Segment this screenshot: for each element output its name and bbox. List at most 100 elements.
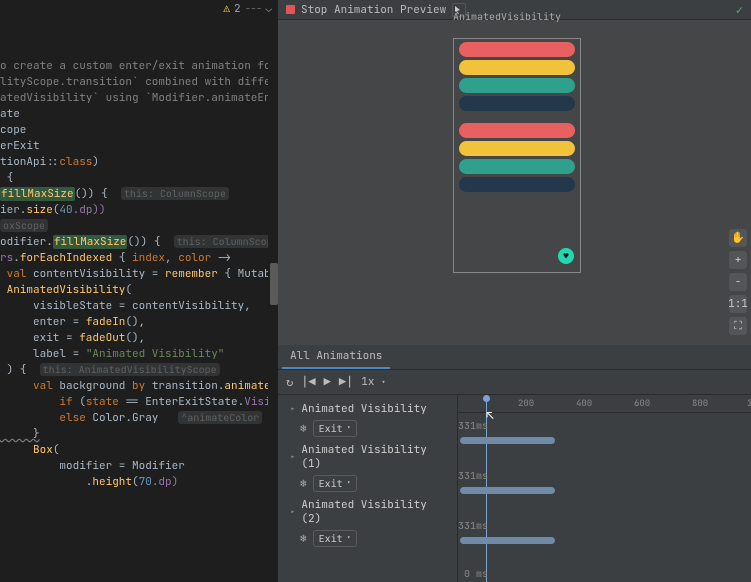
- timeline-ruler[interactable]: 2004006008001000: [458, 395, 751, 413]
- track-duration: 331ms: [458, 469, 488, 482]
- warning-icon: ⚠: [223, 2, 230, 16]
- zoom-out-icon[interactable]: −: [729, 273, 747, 291]
- state-select[interactable]: Exit ▾: [313, 420, 357, 437]
- editor-scrollbar[interactable]: [268, 18, 278, 582]
- play-icon[interactable]: ▶: [324, 374, 331, 390]
- code-line[interactable]: exit = fadeOut(),: [0, 330, 278, 346]
- state-select[interactable]: Exit ▾: [313, 530, 357, 547]
- code-line[interactable]: atedVisibility` using `Modifier.animateE…: [0, 90, 278, 106]
- preview-bar: [459, 123, 575, 138]
- animation-track[interactable]: ▸ Animated Visibility ❄ Exit ▾: [278, 399, 457, 440]
- zoom-in-icon[interactable]: +: [729, 251, 747, 269]
- state-select[interactable]: Exit ▾: [313, 475, 357, 492]
- code-line[interactable]: label = "Animated Visibility": [0, 346, 278, 362]
- code-line[interactable]: lityScope.transition` combined with diff…: [0, 74, 278, 90]
- pan-icon[interactable]: ✋: [729, 229, 747, 247]
- code-line[interactable]: AnimatedVisibility(: [0, 282, 278, 298]
- up-to-date-icon: ✓: [736, 2, 743, 18]
- chevron-right-icon[interactable]: ▸: [290, 506, 295, 518]
- code-area[interactable]: o create a custom enter/exit animation f…: [0, 18, 278, 490]
- tab-all-animations[interactable]: All Animations: [282, 345, 390, 369]
- ruler-tick: 400: [576, 397, 592, 409]
- chevron-down-icon: ▾: [347, 534, 351, 543]
- animation-panel: All Animations ↻ |◀ ▶ ▶| 1x ▾ ▸ Animated …: [278, 345, 751, 582]
- code-line[interactable]: val contentVisibility = remember { Mutab…: [0, 266, 278, 282]
- track-title: Animated Visibility (2): [301, 498, 449, 526]
- preview-device-frame: ♥: [453, 38, 581, 273]
- track-bar[interactable]: [460, 487, 555, 494]
- code-line[interactable]: ) { this: AnimatedVisibilityScope: [0, 362, 278, 378]
- jump-end-icon[interactable]: ▶|: [339, 374, 353, 390]
- code-line[interactable]: erExit: [0, 138, 278, 154]
- preview-canvas[interactable]: AnimatedVisibility ♥ ✋ + − 1:1 ⛶: [278, 20, 751, 345]
- code-line[interactable]: modifier = Modifier: [0, 458, 278, 474]
- animation-track[interactable]: ▸ Animated Visibility (2) ❄ Exit ▾: [278, 495, 457, 550]
- track-bar[interactable]: [460, 437, 555, 444]
- speed-select[interactable]: 1x ▾: [361, 375, 386, 389]
- code-editor[interactable]: ⚠ 2 --- ⌄ o create a custom enter/exit a…: [0, 0, 278, 582]
- stop-icon[interactable]: [286, 5, 295, 14]
- code-line[interactable]: tionApi::class): [0, 154, 278, 170]
- code-line[interactable]: enter = fadeIn(),: [0, 314, 278, 330]
- code-line[interactable]: fillMaxSize()) { this: ColumnScope: [0, 186, 278, 202]
- animation-tabs: All Animations: [278, 345, 751, 370]
- preview-bar: [459, 60, 575, 75]
- track-title: Animated Visibility: [301, 402, 426, 416]
- snowflake-icon[interactable]: ❄: [300, 477, 307, 491]
- code-line[interactable]: {: [0, 170, 278, 186]
- warning-count: 2: [234, 2, 241, 16]
- hints-caret-icon: ⌄: [265, 2, 272, 16]
- stop-animation-label[interactable]: Stop Animation Preview: [301, 3, 446, 17]
- track-duration: 331ms: [458, 419, 488, 432]
- code-line[interactable]: else Color.Gray ^animateColor: [0, 410, 278, 426]
- code-line[interactable]: odifier.fillMaxSize()) { this: ColumnSco…: [0, 234, 278, 250]
- track-duration: 331ms: [458, 519, 488, 532]
- fab-heart-icon: ♥: [558, 248, 574, 264]
- preview-bar: [459, 96, 575, 111]
- preview-bar: [459, 42, 575, 57]
- code-line[interactable]: o create a custom enter/exit animation f…: [0, 58, 278, 74]
- timeline-ms-label: 0 ms: [464, 567, 488, 580]
- hints-icon: ---: [245, 2, 262, 16]
- ruler-tick: 1000: [747, 397, 751, 409]
- code-line[interactable]: rs.forEachIndexed { index, color ->: [0, 250, 278, 266]
- expand-icon[interactable]: ⛶: [729, 317, 747, 335]
- preview-frame-label: AnimatedVisibility: [453, 10, 561, 23]
- editor-inspection-bar: ⚠ 2 --- ⌄: [0, 0, 278, 18]
- code-line[interactable]: if (state == EnterExitState.Visible) col…: [0, 394, 278, 410]
- snowflake-icon[interactable]: ❄: [300, 532, 307, 546]
- code-line[interactable]: visibleState = contentVisibility,: [0, 298, 278, 314]
- timeline-area: ▸ Animated Visibility ❄ Exit ▾ ▸ Animated Vis…: [278, 395, 751, 582]
- preview-bar: [459, 78, 575, 93]
- chevron-down-icon: ▾: [381, 378, 386, 388]
- loop-icon[interactable]: ↻: [286, 374, 293, 390]
- scrollbar-thumb[interactable]: [270, 263, 278, 305]
- zoom-reset-icon[interactable]: 1:1: [729, 295, 747, 313]
- right-pane: Stop Animation Preview ✓ AnimatedVisibil…: [278, 0, 751, 582]
- timeline[interactable]: 2004006008001000 ↖ 331ms331ms331ms 0 ms: [458, 395, 751, 582]
- animation-track[interactable]: ▸ Animated Visibility (1) ❄ Exit ▾: [278, 440, 457, 495]
- preview-bar: [459, 159, 575, 174]
- jump-start-icon[interactable]: |◀: [301, 374, 315, 390]
- ruler-tick: 800: [692, 397, 708, 409]
- code-line[interactable]: oxScope: [0, 218, 278, 234]
- code-line[interactable]: val background by transition.animateColo…: [0, 378, 278, 394]
- chevron-right-icon[interactable]: ▸: [290, 451, 295, 463]
- preview-bar: [459, 141, 575, 156]
- track-title: Animated Visibility (1): [301, 443, 449, 471]
- track-bar[interactable]: [460, 537, 555, 544]
- code-line[interactable]: cope: [0, 122, 278, 138]
- track-bars: 331ms331ms331ms: [458, 413, 751, 417]
- code-line[interactable]: }: [0, 426, 278, 442]
- ruler-tick: 200: [518, 397, 534, 409]
- chevron-right-icon[interactable]: ▸: [290, 403, 295, 415]
- code-line[interactable]: Box(: [0, 442, 278, 458]
- code-line[interactable]: ate: [0, 106, 278, 122]
- code-line[interactable]: .height(70.dp): [0, 474, 278, 490]
- chevron-down-icon: ▾: [347, 424, 351, 433]
- chevron-down-icon: ▾: [347, 479, 351, 488]
- snowflake-icon[interactable]: ❄: [300, 422, 307, 436]
- animation-controls: ↻ |◀ ▶ ▶| 1x ▾: [278, 370, 751, 395]
- preview-side-tools: ✋ + − 1:1 ⛶: [729, 229, 747, 335]
- code-line[interactable]: ier.size(40.dp)): [0, 202, 278, 218]
